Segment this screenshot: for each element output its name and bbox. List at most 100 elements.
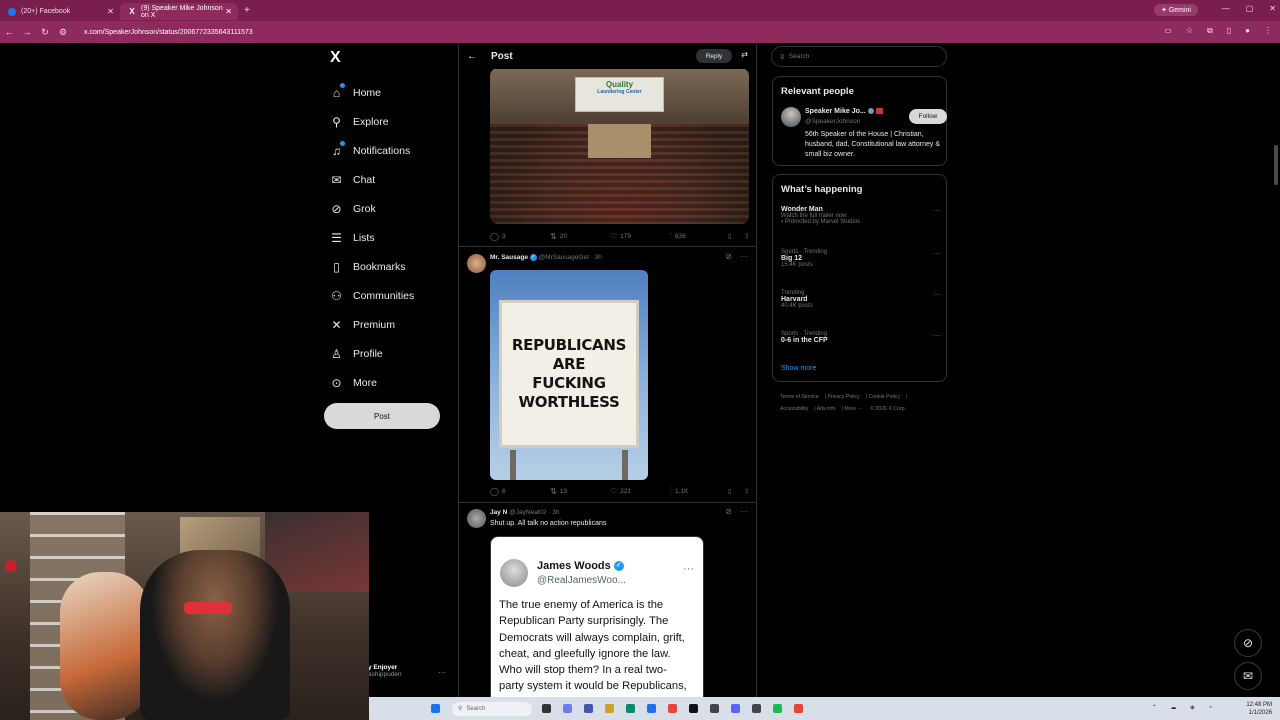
share-icon[interactable]: ⇪ <box>744 232 749 240</box>
close-icon[interactable]: ✕ <box>225 7 232 16</box>
person-name[interactable]: Speaker Mike Jo... <box>805 108 883 115</box>
reply-image[interactable]: REPUBLICANS ARE FUCKING WORTHLESS <box>490 270 648 480</box>
footer-link[interactable]: Cookie Policy <box>869 394 900 400</box>
file-explorer-icon[interactable] <box>605 704 614 713</box>
teams-icon[interactable] <box>584 704 593 713</box>
footer-link[interactable]: Terms of Service <box>780 394 819 400</box>
chrome-profile-icon[interactable] <box>794 704 803 713</box>
reply-button[interactable]: Reply <box>696 49 732 63</box>
author-name[interactable]: Jay N <box>490 509 507 516</box>
nav-explore[interactable]: ⚲ Explore <box>330 107 414 136</box>
avatar[interactable] <box>467 509 486 528</box>
trend-item[interactable]: Sports · Trending Big 12 15.4K posts ··· <box>781 249 941 268</box>
chrome-icon[interactable] <box>668 704 677 713</box>
nav-premium[interactable]: ✕ Premium <box>330 310 414 339</box>
taskbar-search[interactable]: ⚲ Search <box>452 701 532 716</box>
outlook-icon[interactable] <box>647 704 656 713</box>
clock[interactable]: 12:48 PM 1/1/2026 <box>1246 701 1272 717</box>
author-name[interactable]: Mr. Sausage <box>490 254 528 261</box>
avatar[interactable] <box>467 254 486 273</box>
scrollbar[interactable] <box>1274 145 1278 185</box>
nav-chat[interactable]: ✉ Chat <box>330 165 414 194</box>
footer-link[interactable]: Privacy Policy <box>827 394 859 400</box>
url-field[interactable]: x.com/SpeakerJohnson/status/200677233564… <box>84 29 253 36</box>
trend-item[interactable]: Trending Harvard 40.4K posts ··· <box>781 290 941 309</box>
nav-bookmarks[interactable]: ▯ Bookmarks <box>330 252 414 281</box>
tweet-time[interactable]: · 3h <box>591 254 602 261</box>
new-tab-button[interactable]: + <box>244 5 250 16</box>
more-icon[interactable]: ··· <box>933 331 941 340</box>
account-switcher[interactable]: y Enjoyer ashippuden <box>368 664 402 678</box>
show-more-link[interactable]: Show more <box>781 365 816 372</box>
more-icon[interactable]: ··· <box>933 206 941 215</box>
tune-icon[interactable]: ⇄ <box>741 50 748 59</box>
back-icon[interactable]: ← <box>0 27 18 37</box>
edge-icon[interactable] <box>626 704 635 713</box>
back-arrow-icon[interactable]: ← <box>467 51 477 62</box>
grok-icon[interactable]: ⊘ <box>725 252 732 261</box>
more-icon[interactable]: ··· <box>740 507 748 516</box>
bookmark-icon[interactable]: ▯ <box>728 487 744 495</box>
footer-link[interactable]: Ads info <box>817 406 836 412</box>
share-icon[interactable]: ⇪ <box>744 487 749 495</box>
repost-action[interactable]: ⇅ 13 <box>550 487 610 496</box>
star-icon[interactable]: ☆ <box>1186 26 1193 36</box>
site-info-icon[interactable]: ⚙ <box>54 27 72 38</box>
x-logo[interactable]: X <box>330 49 341 67</box>
nav-grok[interactable]: ⊘ Grok <box>330 194 414 223</box>
nav-more[interactable]: ⊙ More <box>330 368 414 397</box>
gemini-button[interactable]: ✦ Gemini <box>1154 4 1198 16</box>
close-icon[interactable]: ✕ <box>107 7 114 16</box>
minimize-button[interactable]: — <box>1222 4 1230 13</box>
profile-icon[interactable]: ● <box>1245 26 1250 36</box>
trend-item[interactable]: Sports · Trending 0-6 in the CFP ··· <box>781 331 941 344</box>
app-icon[interactable] <box>710 704 719 713</box>
author-handle[interactable]: @JayNeal02 <box>509 509 546 516</box>
sidebar-icon[interactable]: ▯ <box>1227 26 1231 36</box>
like-action[interactable]: ♡ 221 <box>610 487 670 496</box>
tweet-time[interactable]: · 3h <box>548 509 559 516</box>
reply-action[interactable]: ◯ 6 <box>490 487 550 496</box>
more-icon[interactable]: ··· <box>933 249 941 258</box>
menu-icon[interactable]: ⋮ <box>1264 26 1272 36</box>
windows-start-icon[interactable] <box>431 704 440 713</box>
copilot-icon[interactable] <box>563 704 572 713</box>
post-image[interactable]: Quality Laundering Center <box>490 68 749 224</box>
tab-x[interactable]: X (9) Speaker Mike Johnson on X ✕ <box>120 3 238 20</box>
views-action[interactable]: ⫶ 636 <box>670 231 728 241</box>
trend-item[interactable]: Wonder Man Watch the full trailer now ▪ … <box>781 206 941 225</box>
grok-icon[interactable]: ⊘ <box>1234 629 1262 657</box>
nav-profile[interactable]: ♙ Profile <box>330 339 414 368</box>
like-action[interactable]: ♡ 179 <box>610 232 670 241</box>
more-icon[interactable]: ··· <box>933 290 941 299</box>
author-handle[interactable]: @MrSausageGet <box>539 254 589 261</box>
follow-button[interactable]: Follow <box>909 109 947 124</box>
obs-icon[interactable] <box>752 704 761 713</box>
discord-icon[interactable] <box>731 704 740 713</box>
more-icon[interactable]: ··· <box>438 668 446 677</box>
install-icon[interactable]: ▭ <box>1164 26 1172 36</box>
maximize-button[interactable]: ▢ <box>1246 4 1254 13</box>
bookmark-icon[interactable]: ▯ <box>728 232 744 240</box>
spotify-icon[interactable] <box>773 704 782 713</box>
nav-notifications[interactable]: ♫ Notifications <box>330 136 414 165</box>
grok-icon[interactable]: ⊘ <box>725 507 732 516</box>
close-window-button[interactable]: ✕ <box>1269 4 1276 13</box>
more-icon[interactable]: ··· <box>740 252 748 261</box>
avatar[interactable] <box>781 107 801 127</box>
tab-facebook[interactable]: (20+) Facebook ✕ <box>0 3 120 20</box>
messages-icon[interactable]: ✉ <box>1234 662 1262 690</box>
person-handle[interactable]: @SpeakerJohnson <box>805 118 860 125</box>
extensions-icon[interactable]: ⧉ <box>1207 26 1213 36</box>
system-tray-icons[interactable]: ⌃ ☁ ◈ ◔ <box>1152 704 1218 711</box>
reply-action[interactable]: ◯ 3 <box>490 232 550 241</box>
repost-action[interactable]: ⇅ 20 <box>550 232 610 241</box>
capcut-icon[interactable] <box>689 704 698 713</box>
quoted-screenshot[interactable]: James Woods ✓ @RealJamesWoo... ··· The t… <box>490 536 704 720</box>
search-input[interactable]: ⚲ Search <box>771 46 947 67</box>
post-button[interactable]: Post <box>324 403 440 429</box>
nav-communities[interactable]: ⚇ Communities <box>330 281 414 310</box>
footer-link[interactable]: More ··· <box>844 406 862 412</box>
nav-home[interactable]: ⌂ Home <box>330 78 414 107</box>
nav-lists[interactable]: ☰ Lists <box>330 223 414 252</box>
